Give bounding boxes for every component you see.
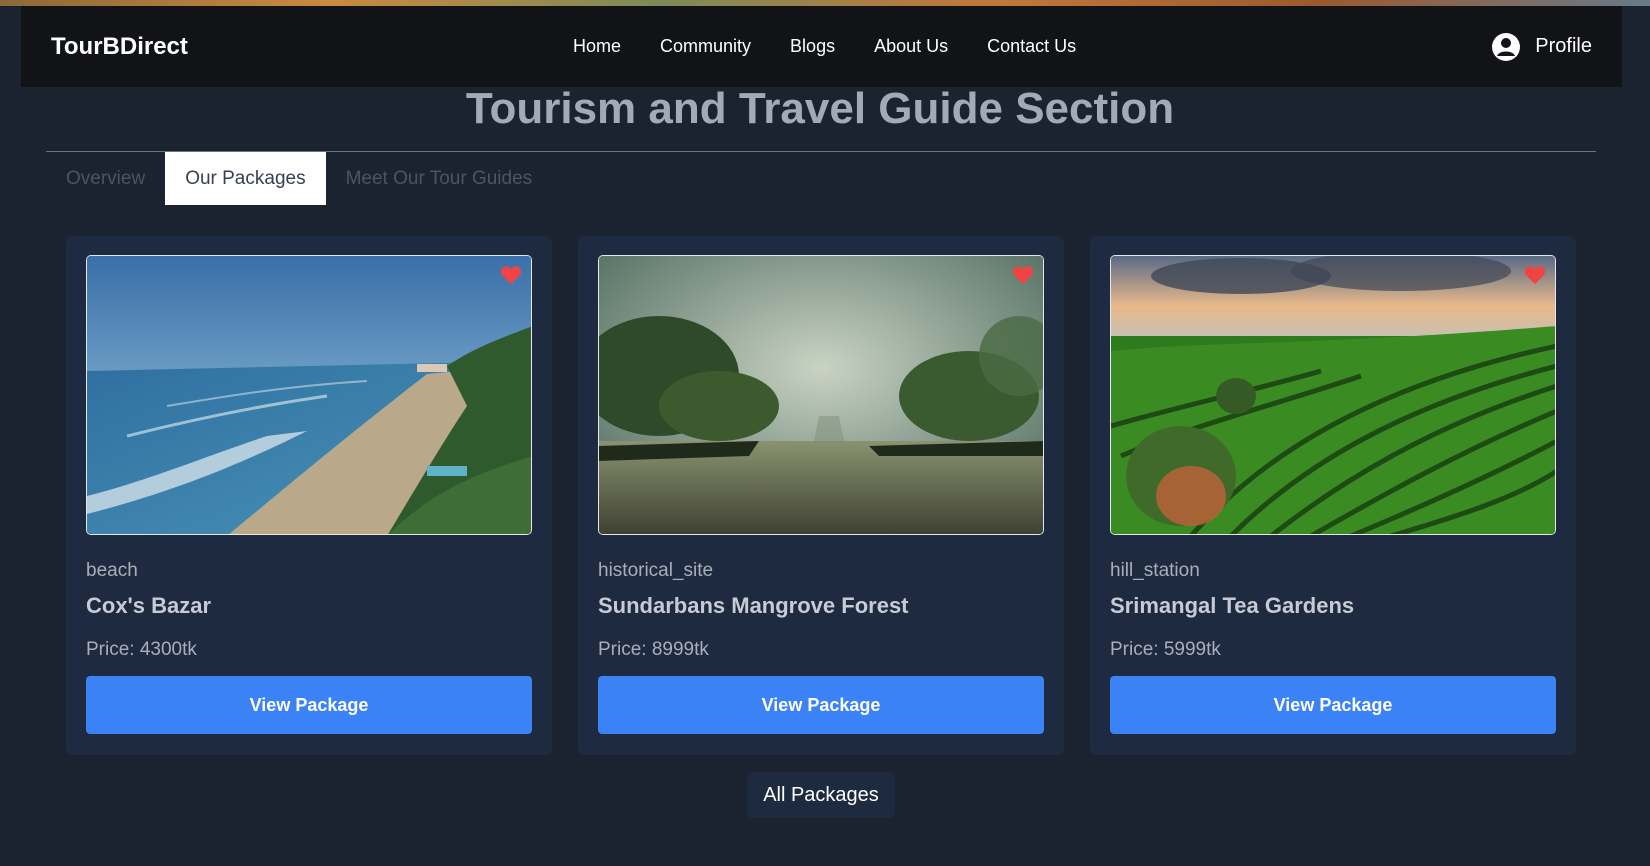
heart-icon[interactable] [1524,265,1546,285]
tab-our-packages[interactable]: Our Packages [165,152,326,205]
package-card: hill_station Srimangal Tea Gardens Price… [1090,236,1576,755]
brand-logo[interactable]: TourBDirect [51,6,188,87]
package-price: Price: 5999tk [1110,639,1221,660]
nav-links: Home Community Blogs About Us Contact Us [573,6,1115,87]
nav-link-blogs[interactable]: Blogs [790,36,835,57]
view-package-button[interactable]: View Package [86,676,532,734]
nav-link-contact-us[interactable]: Contact Us [987,36,1076,57]
tea-garden-image[interactable] [1110,255,1556,535]
package-title: Cox's Bazar [86,593,212,618]
beach-coastline-image[interactable] [86,255,532,535]
user-circle-icon [1492,32,1521,61]
tabs: Overview Our Packages Meet Our Tour Guid… [46,152,552,205]
profile-button[interactable]: Profile [1491,6,1592,87]
section-title: Tourism and Travel Guide Section [465,84,1175,133]
nav-link-home[interactable]: Home [573,36,621,57]
navbar: TourBDirect Home Community Blogs About U… [21,6,1622,87]
profile-label: Profile [1535,35,1592,57]
package-cards: beach Cox's Bazar Price: 4300tk View Pac… [66,236,1602,755]
heart-icon[interactable] [1012,265,1034,285]
package-category: historical_site [598,560,714,581]
tab-overview[interactable]: Overview [46,152,165,205]
package-price: Price: 8999tk [598,639,709,660]
view-package-button[interactable]: View Package [1110,676,1556,734]
package-category: hill_station [1110,560,1200,581]
tab-meet-our-tour-guides[interactable]: Meet Our Tour Guides [326,152,553,205]
nav-link-community[interactable]: Community [660,36,751,57]
package-price: Price: 4300tk [86,639,197,660]
package-card: beach Cox's Bazar Price: 4300tk View Pac… [66,236,552,755]
package-card: historical_site Sundarbans Mangrove Fore… [578,236,1064,755]
nav-link-about-us[interactable]: About Us [874,36,948,57]
package-title: Sundarbans Mangrove Forest [598,593,909,618]
heart-icon[interactable] [500,265,522,285]
package-category: beach [86,560,138,581]
mangrove-forest-image[interactable] [598,255,1044,535]
package-title: Srimangal Tea Gardens [1110,593,1355,618]
all-packages-button[interactable]: All Packages [747,772,895,818]
view-package-button[interactable]: View Package [598,676,1044,734]
